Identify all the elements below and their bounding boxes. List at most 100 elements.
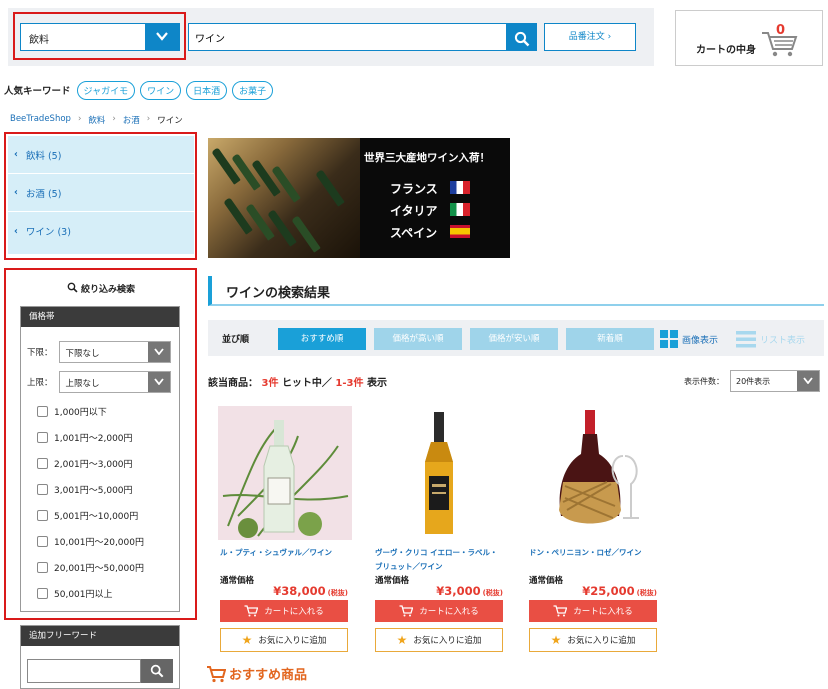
price-range-panel: 価格帯 下限： 下限なし 上限： 上限なし 1,000円以下 1,001円～2,… <box>20 306 180 612</box>
price-range-checkbox[interactable]: 10,001円～20,000円 <box>37 535 144 548</box>
per-page-control: 表示件数： 20件表示 <box>684 370 820 392</box>
chevron-left-icon: ‹ <box>14 187 18 198</box>
add-to-favorites-button[interactable]: ★ お気に入りに追加 <box>220 628 348 652</box>
sort-newest-button[interactable]: 新着順 <box>566 328 654 350</box>
add-to-cart-button[interactable]: カートに入れる <box>220 600 348 622</box>
cart-box[interactable]: カートの中身 0 <box>675 10 823 66</box>
sort-label: 並び順 <box>222 335 250 345</box>
category-item[interactable]: ‹ ワイン (3) <box>8 212 194 250</box>
price-label: 通常価格 <box>375 576 410 586</box>
breadcrumb-link[interactable]: 飲料 <box>88 114 105 126</box>
page-title: ワインの検索結果 <box>226 286 331 301</box>
price-range-checkbox[interactable]: 5,001円～10,000円 <box>37 509 138 522</box>
per-page-select[interactable]: 20件表示 <box>730 370 820 392</box>
free-word-search-button[interactable] <box>141 659 173 683</box>
price-label: 通常価格 <box>529 576 564 586</box>
lower-limit-row: 下限： 下限なし <box>27 341 171 363</box>
lower-limit-select[interactable]: 下限なし <box>58 341 171 363</box>
price-range-checkbox[interactable]: 50,001円以上 <box>37 587 113 600</box>
popular-keywords: 人気キーワード ジャガイモ ワイン 日本酒 お菓子 <box>4 80 278 100</box>
breadcrumb-link[interactable]: お酒 <box>123 114 140 126</box>
category-item[interactable]: ‹ お酒 (5) <box>8 174 194 212</box>
add-to-cart-button[interactable]: カートに入れる <box>375 600 503 622</box>
category-select[interactable]: 飲料 <box>20 23 180 51</box>
cart-icon <box>207 665 226 682</box>
add-to-favorites-button[interactable]: ★ お気に入りに追加 <box>375 628 503 652</box>
price-range-checkbox[interactable]: 1,000円以下 <box>37 405 107 418</box>
keyword-search-input[interactable] <box>188 23 508 51</box>
breadcrumb-current: ワイン <box>157 116 183 126</box>
view-list-button[interactable]: リスト表示 <box>736 330 805 348</box>
product-image[interactable] <box>373 406 507 540</box>
wine-shelf-image <box>208 138 360 258</box>
keyword-pill[interactable]: ジャガイモ <box>76 80 136 100</box>
product-name-link[interactable]: ル・プティ・シュヴァル／ワイン <box>220 546 350 560</box>
keyword-pill[interactable]: お菓子 <box>232 80 274 100</box>
result-count: 該当商品： 3件 ヒット中／ 1-3件 表示 <box>208 378 387 389</box>
cart-icon <box>399 605 414 617</box>
cart-icon <box>244 605 259 617</box>
breadcrumb-link[interactable]: BeeTradeShop <box>10 114 71 126</box>
product-price: ¥25,000 (税抜) <box>582 584 657 598</box>
chevron-down-icon <box>797 371 819 391</box>
keyword-pill[interactable]: ワイン <box>140 80 182 100</box>
cart-icon <box>762 32 798 57</box>
chevron-down-icon[interactable] <box>145 24 179 50</box>
upper-limit-select[interactable]: 上限なし <box>58 371 171 393</box>
sort-price-high-button[interactable]: 価格が高い順 <box>374 328 462 350</box>
sort-recommended-button[interactable]: おすすめ順 <box>278 328 366 350</box>
banner-title: 世界三大産地ワイン入荷！ <box>364 152 490 164</box>
refine-search: 絞り込み検索 価格帯 下限： 下限なし 上限： 上限なし 1,000円以下 1,… <box>8 270 194 618</box>
banner-country: イタリア <box>390 204 438 218</box>
italy-flag-icon <box>450 203 470 216</box>
product-name-link[interactable]: ヴーヴ・クリコ イエロー・ラベル・ブリュット／ワイン <box>375 546 505 574</box>
keyword-pill[interactable]: 日本酒 <box>186 80 228 100</box>
product-price: ¥38,000 (税抜) <box>273 584 348 598</box>
spain-flag-icon <box>450 225 470 238</box>
breadcrumb: BeeTradeShop › 飲料 › お酒 › ワイン <box>10 114 183 126</box>
chevron-down-icon <box>147 372 170 392</box>
search-icon <box>514 31 529 46</box>
results-heading: ワインの検索結果 <box>208 276 824 306</box>
chevron-left-icon: ‹ <box>14 149 18 160</box>
grid-icon <box>660 330 678 348</box>
sort-price-low-button[interactable]: 価格が安い順 <box>470 328 558 350</box>
recommend-heading: おすすめ商品 <box>206 664 307 683</box>
banner-country: スペイン <box>390 226 438 240</box>
cart-icon <box>553 605 568 617</box>
category-select-value: 飲料 <box>29 35 49 46</box>
upper-limit-row: 上限： 上限なし <box>27 371 171 393</box>
product-card: ル・プティ・シュヴァル／ワイン 通常価格 ¥38,000 (税抜) カートに入れる… <box>218 406 352 656</box>
search-button[interactable] <box>506 23 537 51</box>
add-to-cart-button[interactable]: カートに入れる <box>529 600 657 622</box>
price-panel-title: 価格帯 <box>21 307 179 327</box>
search-icon <box>150 664 164 678</box>
france-flag-icon <box>450 181 470 194</box>
promo-banner[interactable]: 世界三大産地ワイン入荷！ フランス イタリア スペイン <box>208 138 510 258</box>
order-by-code-button[interactable]: 品番注文 › <box>544 23 636 51</box>
free-word-panel: 追加フリーワード <box>20 625 180 689</box>
price-range-checkbox[interactable]: 1,001円～2,000円 <box>37 431 133 444</box>
product-name-link[interactable]: ドン・ペリニヨン・ロゼ／ワイン <box>529 546 659 560</box>
popular-keywords-label: 人気キーワード <box>4 86 71 97</box>
star-icon: ★ <box>241 633 253 647</box>
product-image[interactable] <box>527 406 661 540</box>
price-range-checkbox[interactable]: 3,001円～5,000円 <box>37 483 133 496</box>
star-icon: ★ <box>550 633 562 647</box>
sort-bar: 並び順 おすすめ順 価格が高い順 価格が安い順 新着順 画像表示 リスト表示 <box>208 320 824 356</box>
product-image[interactable] <box>218 406 352 540</box>
price-range-checkbox[interactable]: 2,001円～3,000円 <box>37 457 133 470</box>
banner-country: フランス <box>390 182 438 196</box>
view-image-button[interactable]: 画像表示 <box>660 330 718 348</box>
free-word-input[interactable] <box>27 659 141 683</box>
free-word-title: 追加フリーワード <box>21 626 179 646</box>
price-range-checkbox[interactable]: 20,001円～50,000円 <box>37 561 144 574</box>
category-item[interactable]: ‹ 飲料 (5) <box>8 136 194 174</box>
list-icon <box>736 331 756 348</box>
price-label: 通常価格 <box>220 576 255 586</box>
search-icon <box>67 282 78 293</box>
chevron-down-icon <box>147 342 170 362</box>
category-tree: ‹ 飲料 (5) ‹ お酒 (5) ‹ ワイン (3) <box>8 136 194 254</box>
add-to-favorites-button[interactable]: ★ お気に入りに追加 <box>529 628 657 652</box>
cart-label: カートの中身 <box>696 45 756 56</box>
